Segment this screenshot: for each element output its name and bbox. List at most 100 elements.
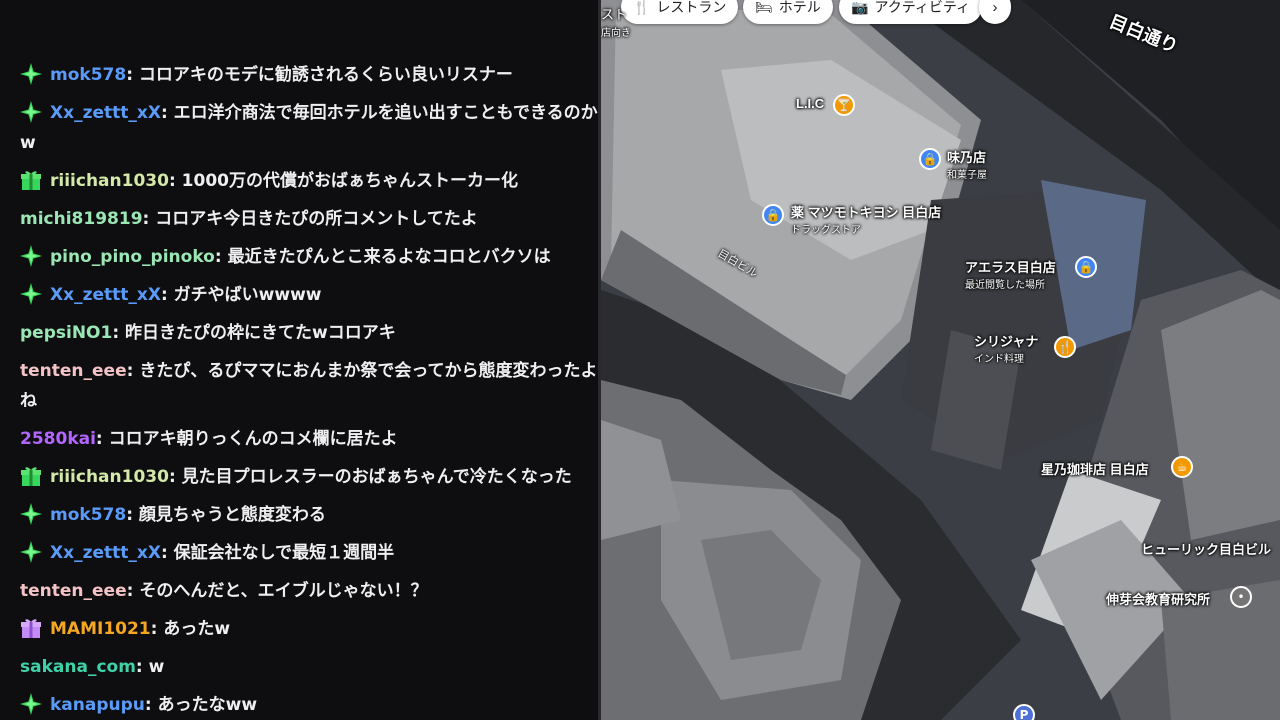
chat-colon: :	[160, 543, 174, 563]
chat-message: mok578: 顔見ちゃうと態度変わる	[0, 496, 598, 534]
place-label[interactable]: 星乃珈琲店 目白店	[1041, 459, 1149, 478]
chat-message-text: w	[148, 657, 165, 677]
chat-message: michi819819: コロアキ今日きたぴの所コメントしてたよ	[0, 200, 598, 238]
chat-username[interactable]: pino_pino_pinoko	[50, 247, 215, 267]
shopping-bag-icon[interactable]: 🔒	[1075, 256, 1097, 278]
chat-message: riiichan1030: 1000万の代償がおばぁちゃんストーカー化	[0, 162, 598, 200]
star-badge-icon[interactable]	[20, 283, 42, 305]
place-name: ヒューリック目白ビル	[1141, 542, 1272, 557]
place-subtitle: 最近閲覧した場所	[965, 280, 1045, 291]
place-label[interactable]: L.I.C	[796, 96, 824, 111]
satellite-imagery	[601, 0, 1280, 720]
chat-message: tenten_eee: きたぴ、るぴママにおんまか祭で会ってから態度変わったよね	[0, 352, 598, 420]
place-name: シリジャナ	[974, 334, 1039, 349]
activity-chip[interactable]: 📷 アクティビティ	[839, 0, 983, 24]
star-badge-icon[interactable]	[20, 693, 42, 715]
chat-username[interactable]: Xx_zettt_xX	[50, 543, 161, 563]
chat-colon: :	[160, 285, 174, 305]
chat-message: pepsiNO1: 昨日きたぴの枠にきてたwコロアキ	[0, 314, 598, 352]
chat-username[interactable]: mok578	[50, 505, 126, 525]
chat-message: riiichan1030: 見た目プロレスラーのおばぁちゃんで冷たくなった	[0, 458, 598, 496]
corner-label-2: 店向き	[601, 28, 631, 39]
chat-username[interactable]: kanapupu	[50, 695, 145, 715]
chat-message: Xx_zettt_xX: 保証会社なしで最短１週間半	[0, 534, 598, 572]
chat-message-text: コロアキ朝りっくんのコメ欄に居たよ	[108, 429, 398, 449]
shopping-bag-icon[interactable]: 🔒	[919, 148, 941, 170]
satellite-map[interactable]: 🍴 レストラン 🛏 ホテル 📷 アクティビティ › 目白通り スト 店向き 目白ビル 🍸 L…	[601, 0, 1280, 720]
chat-message: sakana_com: w	[0, 648, 598, 686]
chat-message-list: mok578: コロアキのモデに勧誘されるくらい良いリスナー Xx_zettt_x…	[0, 56, 598, 720]
place-subtitle: 和菓子屋	[947, 170, 987, 181]
chat-username[interactable]: mok578	[50, 65, 126, 85]
place-name: アエラス目白店	[965, 260, 1056, 275]
fork-knife-icon[interactable]: 🍴	[1054, 336, 1076, 358]
place-label[interactable]: 薬 マツモトキヨシ 目白店ドラッグストア	[791, 202, 941, 236]
chat-colon: :	[126, 581, 140, 601]
coffee-icon[interactable]: ☕	[1171, 456, 1193, 478]
chat-panel: mok578: コロアキのモデに勧誘されるくらい良いリスナー Xx_zettt_x…	[0, 0, 598, 720]
chat-username[interactable]: MAMI1021	[50, 619, 151, 639]
chat-colon: :	[150, 619, 164, 639]
chat-colon: :	[126, 361, 140, 381]
chat-message-text: コロアキ今日きたぴの所コメントしてたよ	[155, 209, 478, 229]
place-label[interactable]: ヒューリック目白ビル	[1141, 539, 1271, 558]
gift-badge-icon[interactable]	[20, 465, 42, 487]
shopping-bag-icon[interactable]: 🔒	[762, 204, 784, 226]
camera-icon: 📷	[851, 0, 869, 15]
chat-colon: :	[160, 103, 174, 123]
chat-username[interactable]: tenten_eee	[20, 361, 127, 381]
chat-username[interactable]: 2580kai	[20, 429, 96, 449]
pin-icon[interactable]: •	[1230, 586, 1252, 608]
place-name: 伸芽会教育研究所	[1106, 592, 1211, 607]
chat-message-text: 最近きたぴんとこ来るよなコロとバクソは	[227, 247, 551, 267]
chat-message: Xx_zettt_xX: エロ洋介商法で毎回ホテルを追い出すこともできるのかw	[0, 94, 598, 162]
chat-username[interactable]: Xx_zettt_xX	[50, 285, 161, 305]
restaurant-chip[interactable]: 🍴 レストラン	[621, 0, 739, 24]
hotel-chip[interactable]: 🛏 ホテル	[743, 0, 833, 24]
chat-colon: :	[126, 65, 139, 85]
chat-colon: :	[112, 323, 126, 343]
parking-icon[interactable]: P	[1013, 704, 1035, 720]
place-subtitle: インド料理	[974, 354, 1024, 365]
chat-colon: :	[214, 247, 228, 267]
chat-username[interactable]: Xx_zettt_xX	[50, 103, 161, 123]
chat-colon: :	[144, 695, 158, 715]
chat-colon: :	[135, 657, 149, 677]
chip-label: ホテル	[778, 0, 821, 15]
star-badge-icon[interactable]	[20, 63, 42, 85]
chat-message: 2580kai: コロアキ朝りっくんのコメ欄に居たよ	[0, 420, 598, 458]
chat-username[interactable]: riiichan1030	[50, 467, 169, 487]
chat-username[interactable]: pepsiNO1	[20, 323, 112, 343]
chat-username[interactable]: tenten_eee	[20, 581, 127, 601]
place-label[interactable]: 味乃店 和菓子屋	[947, 147, 987, 181]
gift-badge-icon[interactable]	[20, 169, 42, 191]
star-badge-icon[interactable]	[20, 101, 42, 123]
chat-username[interactable]: sakana_com	[20, 657, 136, 677]
chat-colon: :	[95, 429, 109, 449]
chat-username[interactable]: michi819819	[20, 209, 143, 229]
chat-message-text: コロアキのモデに勧誘されるくらい良いリスナー	[138, 65, 513, 85]
chat-colon: :	[168, 171, 182, 191]
chat-message-text: そのへんだと、エイブルじゃない！？	[139, 581, 428, 601]
chat-colon: :	[142, 209, 156, 229]
place-label[interactable]: シリジャナインド料理	[974, 331, 1038, 365]
chat-message: tenten_eee: そのへんだと、エイブルじゃない！？	[0, 572, 598, 610]
chat-message-text: 1000万の代償がおばぁちゃんストーカー化	[181, 171, 518, 191]
chat-message: mok578: コロアキのモデに勧誘されるくらい良いリスナー	[0, 56, 598, 94]
chat-message: pino_pino_pinoko: 最近きたぴんとこ来るよなコロとバクソは	[0, 238, 598, 276]
gift-badge-icon[interactable]	[20, 617, 42, 639]
cocktail-icon[interactable]: 🍸	[833, 94, 855, 116]
chat-message: Xx_zettt_xX: ガチやばいwwww	[0, 276, 598, 314]
star-badge-icon[interactable]	[20, 503, 42, 525]
place-label[interactable]: アエラス目白店最近閲覧した場所	[965, 257, 1056, 291]
chat-colon: :	[126, 505, 139, 525]
chat-username[interactable]: riiichan1030	[50, 171, 169, 191]
place-label[interactable]: 伸芽会教育研究所	[1106, 589, 1210, 608]
star-badge-icon[interactable]	[20, 245, 42, 267]
chat-message-text: あったw	[163, 619, 231, 639]
place-subtitle: ドラッグストア	[791, 225, 861, 236]
place-name: L.I.C	[796, 96, 825, 111]
place-name: 薬 マツモトキヨシ 目白店	[791, 205, 942, 220]
star-badge-icon[interactable]	[20, 541, 42, 563]
chat-message: kanapupu: あったなww	[0, 686, 598, 720]
